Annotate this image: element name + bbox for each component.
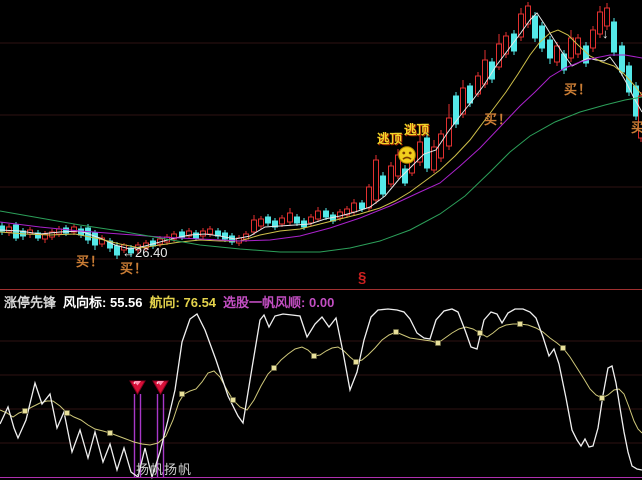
line-marker [272,366,277,371]
line-marker [394,330,399,335]
candle-body [540,26,545,48]
stock-pick-field: 选股一帆风顺: 0.00 [223,292,334,311]
candle-body [605,8,610,26]
candle-body [223,233,228,239]
candle-body [208,229,213,234]
gem-icon [153,381,168,394]
stock-app-screen: 买！ 买！ 买！ 买！ 买！ 逃顶 逃顶 ←26.40 ↓ § 涨停先锋 风向标… [0,0,642,480]
line-marker [23,409,28,414]
wind-vane-field: 风向标: 55.56 [63,292,143,311]
sell-arrow-annotation: ↓ [602,27,609,40]
candle-body [266,217,271,223]
candle-body [504,36,509,54]
candle-body [252,220,257,232]
candle-body [309,217,314,223]
candle-body [288,213,293,222]
candle-body [352,203,357,212]
set-sail-label: 扬帆扬帆 [136,463,192,476]
line-marker [561,346,566,351]
line-marker [312,354,317,359]
price-callout: ←26.40 [122,246,168,259]
candle-body [280,218,285,224]
candle-body [519,14,524,37]
candle-body [194,233,199,238]
candle-body [374,160,379,200]
candle-body [555,46,560,62]
candle-body [367,187,372,208]
heading-field: 航向: 76.54 [150,292,217,311]
buy-signal-label: 买！ [564,83,592,96]
candle-body [548,40,553,58]
line-marker [600,396,605,401]
ma-green [0,97,642,252]
candle-body [381,176,386,194]
candle-body [7,227,12,232]
panel-separator-line [0,289,642,290]
candle-body [468,86,473,103]
buy-signal-label: 买！ [76,255,104,268]
buy-signal-label-clipped: 买！ [631,121,642,134]
candle-body [338,212,343,218]
indicator-bottom-border [0,477,642,478]
candle-body [115,246,120,255]
section-symbol: § [358,270,366,285]
candle-body [389,166,394,184]
candle-body [569,38,574,58]
line-marker [478,331,483,336]
escape-top-label: 逃顶 [377,133,402,146]
indicator-header: 涨停先锋 风向标: 55.56 航向: 76.54 选股一帆风顺: 0.00 [4,292,334,311]
candle-body [620,46,625,72]
candle-body [324,211,329,217]
line-marker [65,411,70,416]
candle-body [612,22,617,52]
line-marker [108,431,113,436]
candle-body [259,219,264,226]
line-marker [518,322,523,327]
gem-icon [130,381,145,394]
candle-body [201,231,206,236]
candle-body [447,118,452,146]
buy-signal-label: 买！ [484,113,512,126]
candle-body [490,62,495,79]
indicator-title: 涨停先锋 [4,292,56,311]
candle-body [591,30,596,48]
sad-face-icon [397,145,417,165]
candle-body [418,142,423,162]
candle-body [526,6,531,24]
candle-body [360,203,365,209]
candle-body [14,225,19,238]
line-marker [180,392,185,397]
candle-body [93,233,98,245]
slow-yellow-line [0,324,642,445]
line-marker [436,341,441,346]
buy-signal-label: 买！ [120,262,148,275]
chart-canvas[interactable] [0,0,642,480]
escape-top-label: 逃顶 [404,124,429,137]
candle-body [295,217,300,223]
line-marker [231,398,236,403]
line-marker [354,360,359,365]
candle-body [316,211,321,219]
candle-body [533,16,538,38]
